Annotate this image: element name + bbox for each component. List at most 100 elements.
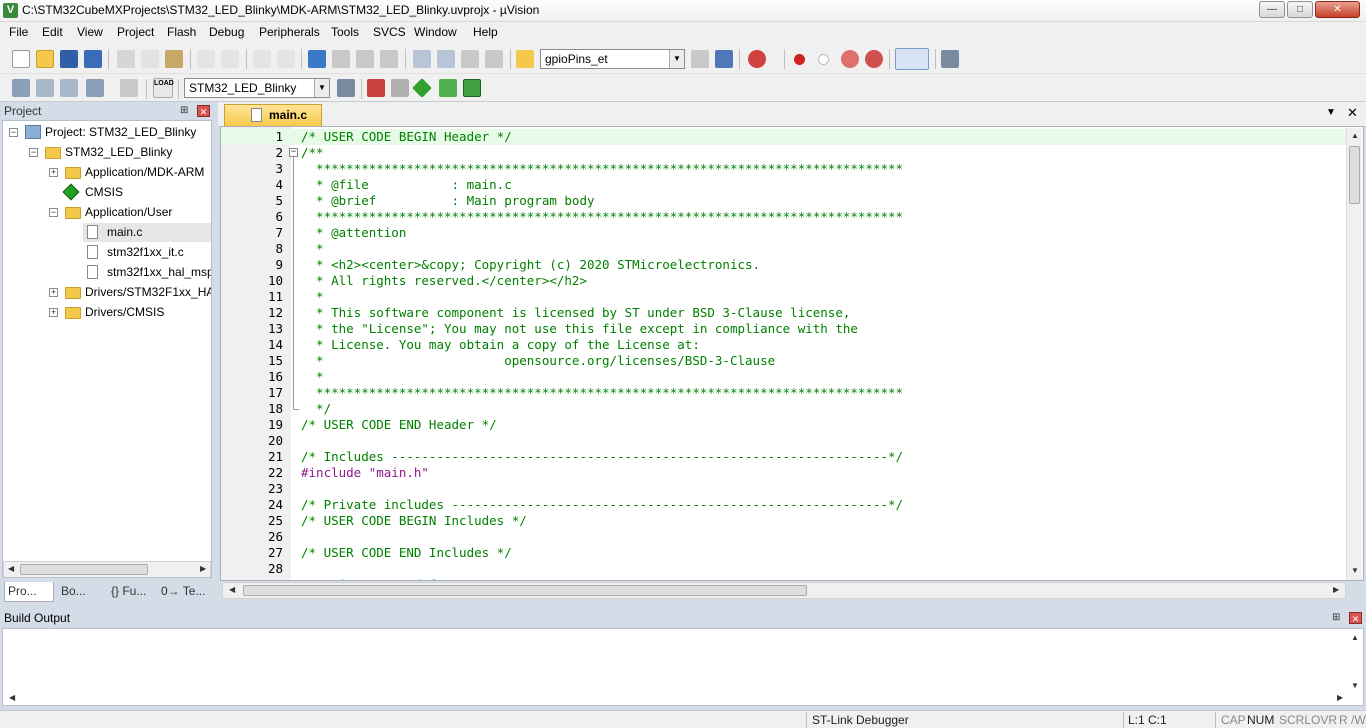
code-line[interactable]: 9 * <h2><center>&copy; Copyright (c) 202… bbox=[221, 257, 1347, 273]
pack-installer-icon[interactable] bbox=[439, 79, 457, 97]
menu-help[interactable]: Help bbox=[473, 25, 498, 39]
batch-build-icon[interactable] bbox=[86, 79, 104, 97]
menu-debug[interactable]: Debug bbox=[209, 25, 244, 39]
maximize-button[interactable]: □ bbox=[1287, 1, 1313, 18]
code-line[interactable]: 8 * bbox=[221, 241, 1347, 257]
copy-icon[interactable] bbox=[141, 50, 159, 68]
build-output-pane[interactable]: ▲ ▼ ◀ ▶ bbox=[2, 628, 1364, 706]
collapse-icon[interactable]: − bbox=[49, 208, 58, 217]
clear-bookmarks-icon[interactable] bbox=[380, 50, 398, 68]
editor-vertical-scrollbar[interactable]: ▲ ▼ bbox=[1346, 128, 1362, 580]
code-line[interactable]: 22 #include "main.h" bbox=[221, 465, 1347, 481]
expand-icon[interactable]: + bbox=[49, 168, 58, 177]
code-line[interactable]: 24 /* Private includes ------------------… bbox=[221, 497, 1347, 513]
target-options-icon[interactable] bbox=[337, 79, 355, 97]
code-line[interactable]: 18 */ bbox=[221, 401, 1347, 417]
rebuild-icon[interactable] bbox=[60, 79, 78, 97]
navigate-forward-icon[interactable] bbox=[277, 50, 295, 68]
target-combo[interactable]: STM32_LED_Blinky ▼ bbox=[184, 78, 330, 98]
scroll-up-icon[interactable]: ▲ bbox=[1351, 131, 1359, 140]
scroll-thumb[interactable] bbox=[1349, 146, 1360, 204]
code-editor[interactable]: 1/* USER CODE BEGIN Header */2−/** 3 ****… bbox=[220, 126, 1364, 581]
manage-rte-icon[interactable] bbox=[412, 78, 432, 98]
scroll-left-icon[interactable]: ◀ bbox=[9, 693, 15, 702]
code-line[interactable]: 26 bbox=[221, 529, 1347, 545]
tab-templates[interactable]: 0→ Te... bbox=[158, 582, 208, 602]
scroll-up-icon[interactable]: ▲ bbox=[1351, 633, 1359, 642]
window-layout-icon[interactable] bbox=[895, 48, 929, 70]
code-line[interactable]: 6 **************************************… bbox=[221, 209, 1347, 225]
build-icon[interactable] bbox=[36, 79, 54, 97]
unindent-icon[interactable] bbox=[437, 50, 455, 68]
scroll-right-icon[interactable]: ▶ bbox=[1333, 585, 1339, 594]
code-line[interactable]: 5 * @brief : Main program body bbox=[221, 193, 1347, 209]
menu-edit[interactable]: Edit bbox=[42, 25, 63, 39]
close-panel-button[interactable]: ✕ bbox=[1349, 612, 1362, 624]
minimize-button[interactable]: — bbox=[1259, 1, 1285, 18]
cut-icon[interactable] bbox=[117, 50, 135, 68]
scroll-right-icon[interactable]: ▶ bbox=[1337, 693, 1343, 702]
scroll-thumb[interactable] bbox=[20, 564, 148, 575]
insert-breakpoint-icon[interactable] bbox=[794, 54, 805, 65]
menu-flash[interactable]: Flash bbox=[167, 25, 196, 39]
fold-collapse-icon[interactable]: − bbox=[289, 148, 298, 157]
find-icon[interactable] bbox=[691, 50, 709, 68]
code-line[interactable]: 19 /* USER CODE END Header */ bbox=[221, 417, 1347, 433]
prev-bookmark-icon[interactable] bbox=[332, 50, 350, 68]
select-packs-icon[interactable] bbox=[391, 79, 409, 97]
rte-icon[interactable] bbox=[463, 79, 481, 97]
scroll-thumb[interactable] bbox=[243, 585, 807, 596]
code-line[interactable]: 4 * @file : main.c bbox=[221, 177, 1347, 193]
code-line[interactable]: 27 /* USER CODE END Includes */ bbox=[221, 545, 1347, 561]
code-line[interactable]: 2−/** bbox=[221, 145, 1347, 161]
scroll-down-icon[interactable]: ▼ bbox=[1351, 681, 1359, 690]
code-line[interactable]: 28 bbox=[221, 561, 1347, 577]
editor-horizontal-scrollbar[interactable]: ◀ ▶ bbox=[222, 582, 1346, 599]
scroll-right-icon[interactable]: ▶ bbox=[200, 564, 206, 573]
navigate-back-icon[interactable] bbox=[253, 50, 271, 68]
code-line[interactable]: 7 * @attention bbox=[221, 225, 1347, 241]
tree-item-application-mdk-arm[interactable]: + Application/MDK-ARM bbox=[3, 163, 211, 182]
expand-icon[interactable]: + bbox=[49, 288, 58, 297]
chevron-down-icon[interactable]: ▼ bbox=[669, 50, 684, 68]
save-all-icon[interactable] bbox=[84, 50, 102, 68]
comment-icon[interactable] bbox=[461, 50, 479, 68]
code-line[interactable]: 11 * bbox=[221, 289, 1347, 305]
menu-project[interactable]: Project bbox=[117, 25, 154, 39]
next-bookmark-icon[interactable] bbox=[356, 50, 374, 68]
tree-item-drivers-cmsis[interactable]: + Drivers/CMSIS bbox=[3, 303, 211, 322]
close-tab-icon[interactable]: ✕ bbox=[1347, 105, 1358, 121]
collapse-icon[interactable]: − bbox=[29, 148, 38, 157]
indent-icon[interactable] bbox=[413, 50, 431, 68]
pin-icon[interactable]: ⊞ bbox=[1332, 612, 1340, 623]
code-line[interactable]: 15 * opensource.org/licenses/BSD-3-Claus… bbox=[221, 353, 1347, 369]
code-line[interactable]: 1 /* USER CODE BEGIN Header */ bbox=[221, 129, 1347, 145]
close-window-button[interactable]: ✕ bbox=[1315, 1, 1360, 18]
code-line[interactable]: 20 bbox=[221, 433, 1347, 449]
tree-item-main-c[interactable]: main.c bbox=[83, 223, 211, 242]
save-icon[interactable] bbox=[60, 50, 78, 68]
debug-session-icon[interactable] bbox=[748, 50, 766, 68]
code-line[interactable]: 17 *************************************… bbox=[221, 385, 1347, 401]
scroll-left-icon[interactable]: ◀ bbox=[8, 564, 14, 573]
chevron-down-icon[interactable]: ▼ bbox=[314, 79, 329, 97]
find-in-files-icon[interactable] bbox=[516, 50, 534, 68]
enable-breakpoint-icon[interactable] bbox=[818, 54, 829, 65]
tab-books[interactable]: Bo... bbox=[58, 582, 106, 602]
code-line[interactable]: 13 * the "License"; You may not use this… bbox=[221, 321, 1347, 337]
uncomment-icon[interactable] bbox=[485, 50, 503, 68]
tree-item-project[interactable]: − Project: STM32_LED_Blinky bbox=[3, 123, 211, 142]
menu-view[interactable]: View bbox=[77, 25, 103, 39]
code-line[interactable]: 12 * This software component is licensed… bbox=[221, 305, 1347, 321]
tab-project[interactable]: Pro... bbox=[4, 582, 54, 602]
incremental-find-icon[interactable] bbox=[715, 50, 733, 68]
tree-item-target[interactable]: − STM32_LED_Blinky bbox=[3, 143, 211, 162]
tab-list-dropdown-icon[interactable]: ▼ bbox=[1326, 107, 1336, 118]
tree-item-stm32f1xx-it-c[interactable]: stm32f1xx_it.c bbox=[3, 243, 211, 262]
kill-breakpoints-icon[interactable] bbox=[865, 50, 883, 68]
download-icon[interactable]: LOAD bbox=[153, 78, 174, 98]
pin-icon[interactable]: ⊞ bbox=[180, 105, 188, 116]
menu-file[interactable]: File bbox=[9, 25, 28, 39]
configure-icon[interactable] bbox=[941, 50, 959, 68]
find-combo[interactable]: gpioPins_et ▼ bbox=[540, 49, 685, 69]
